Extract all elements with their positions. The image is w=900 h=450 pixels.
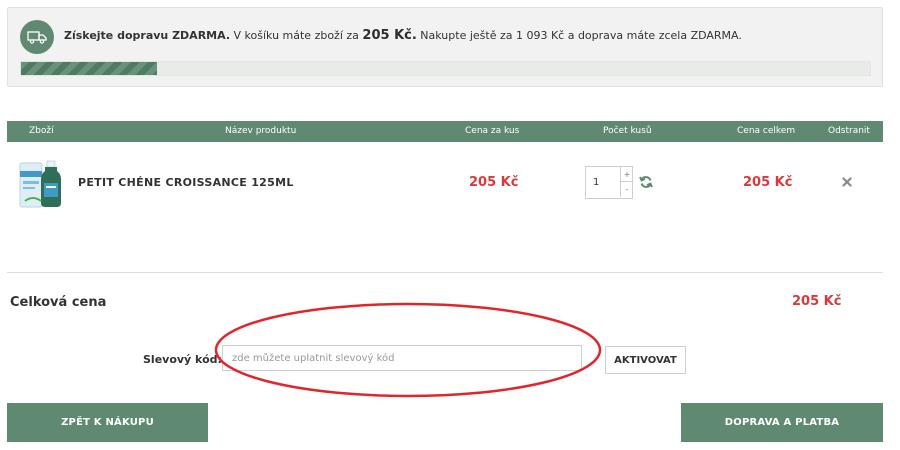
shipping-and-payment-button[interactable]: DOPRAVA A PLATBA	[681, 403, 883, 442]
cart-amount: 205 Kč.	[362, 28, 417, 43]
refresh-icon[interactable]	[639, 175, 653, 189]
shipping-message: Získejte dopravu ZDARMA. V košíku máte z…	[64, 28, 742, 43]
product-name[interactable]: PETIT CHÉNE CROISSANCE 125ML	[78, 176, 294, 189]
remove-icon[interactable]	[842, 177, 852, 187]
header-quantity: Počet kusů	[603, 126, 652, 136]
discount-code-input[interactable]	[222, 345, 582, 371]
back-to-shopping-button[interactable]: ZPĚT K NÁKUPU	[7, 403, 208, 442]
shipping-text-before: V košíku máte zboží za	[233, 29, 359, 42]
header-total-price: Cena celkem	[737, 126, 796, 136]
truck-icon	[20, 20, 54, 54]
activate-discount-button[interactable]: AKTIVOVAT	[605, 346, 686, 374]
shipping-title: Získejte dopravu ZDARMA.	[64, 29, 231, 42]
total-label: Celková cena	[10, 295, 107, 310]
quantity-increase-button[interactable]: +	[620, 167, 633, 182]
product-image[interactable]	[17, 157, 65, 209]
total-value: 205 Kč	[792, 294, 842, 309]
divider	[7, 272, 883, 273]
total-price: 205 Kč	[743, 175, 793, 190]
unit-price: 205 Kč	[469, 175, 519, 190]
header-remove: Odstranit	[828, 126, 870, 136]
header-item: Zboží	[29, 126, 54, 136]
quantity-input[interactable]	[586, 167, 620, 198]
free-shipping-banner: Získejte dopravu ZDARMA. V košíku máte z…	[7, 7, 883, 87]
quantity-decrease-button[interactable]: -	[620, 182, 633, 197]
discount-code-label: Slevový kód:	[143, 353, 222, 366]
quantity-stepper: + -	[585, 166, 633, 199]
shipping-progress-bar	[20, 61, 871, 76]
shipping-text-after: Nakupte ještě za 1 093 Kč a doprava máte…	[420, 29, 742, 42]
header-unit-price: Cena za kus	[465, 126, 520, 136]
cart-table-header: Zboží Název produktu Cena za kus Počet k…	[7, 121, 883, 142]
shipping-progress-fill	[21, 62, 157, 75]
header-product-name: Název produktu	[225, 126, 297, 136]
